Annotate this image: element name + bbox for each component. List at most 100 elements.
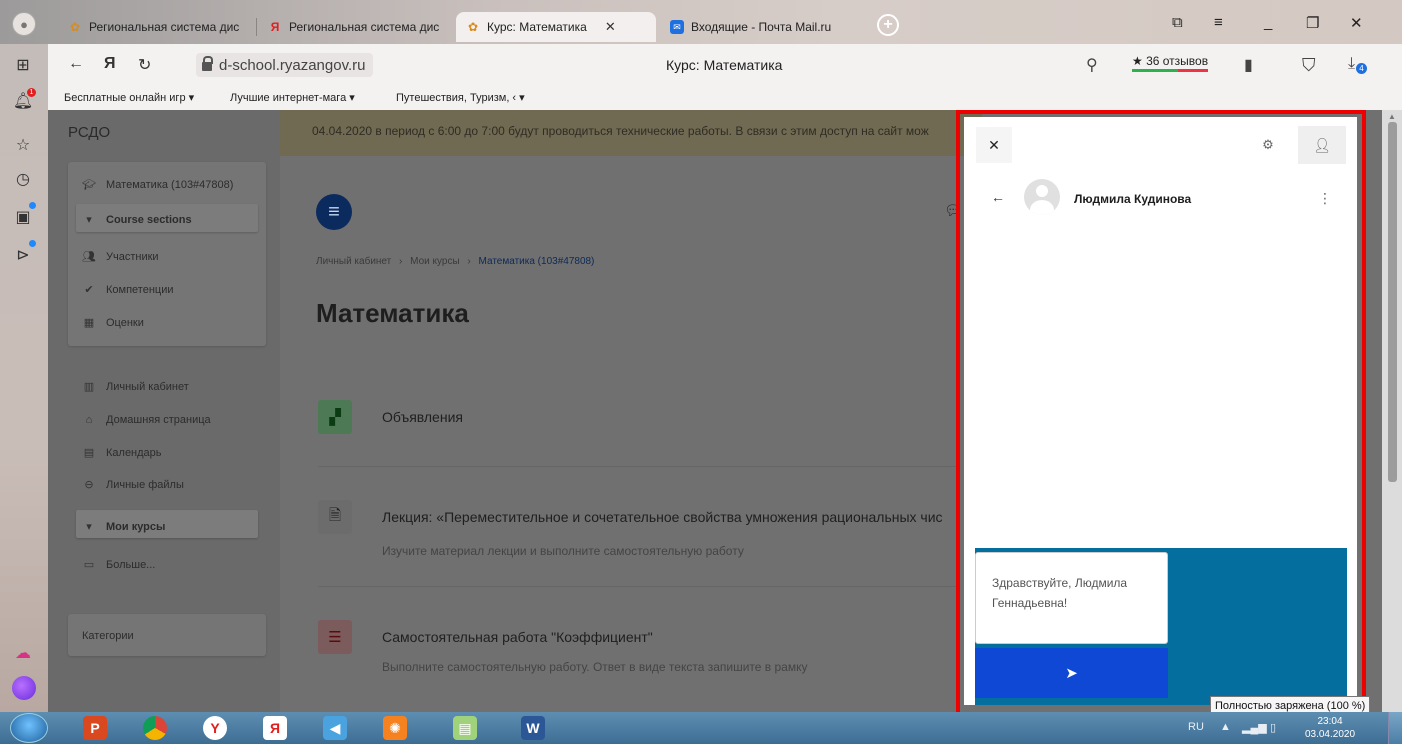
tab-2[interactable]: Я Региональная система дис xyxy=(258,12,454,42)
bookmark-folder[interactable]: Путешествия, Туризм, ‹ ▾ xyxy=(396,91,525,104)
close-drawer-icon[interactable]: ✕ xyxy=(976,127,1012,163)
taskbar-app[interactable]: Y xyxy=(190,714,240,742)
system-clock[interactable]: 23:04 03.04.2020 xyxy=(1300,715,1360,741)
nav-categories[interactable]: Категории xyxy=(82,630,134,642)
yandex-home-icon[interactable]: Я xyxy=(104,55,116,73)
contacts-icon[interactable]: 👤︎ xyxy=(1298,126,1346,164)
activity-announcements[interactable]: Объявления xyxy=(382,409,463,425)
gear-icon[interactable]: ⚙ xyxy=(1250,127,1286,163)
back-icon[interactable]: ← xyxy=(68,55,84,73)
back-arrow-icon[interactable]: ← xyxy=(991,189,1005,205)
yandex-icon: Я xyxy=(263,716,287,740)
yandex-browser-icon: Y xyxy=(203,716,227,740)
send-button[interactable]: ➤ xyxy=(975,648,1168,698)
protect-shield-icon[interactable]: ⛉ xyxy=(1302,55,1316,76)
nav-course-sections[interactable]: ▾ Course sections xyxy=(82,213,191,227)
nav-grades[interactable]: ▦ Оценки xyxy=(82,316,144,330)
star-icon[interactable]: ☆ xyxy=(10,132,36,158)
zen-feed-icon[interactable]: ▣ xyxy=(10,202,36,230)
menu-toggle-icon[interactable]: ≡ xyxy=(316,194,352,230)
close-window-icon[interactable]: ✕ xyxy=(1350,14,1363,32)
tab-1[interactable]: ✿ Региональная система дис xyxy=(58,12,254,42)
reviews-badge[interactable]: ★ 36 отзывов xyxy=(1132,54,1209,72)
downloads-icon[interactable]: ⤓ 4 xyxy=(1348,55,1367,74)
taskbar-app[interactable] xyxy=(130,714,180,742)
alice-assistant-icon[interactable] xyxy=(12,676,36,700)
maintenance-notice: 04.04.2020 в период с 6:00 до 7:00 будут… xyxy=(280,110,982,156)
start-button[interactable] xyxy=(10,713,48,743)
grades-table-icon: ▦ xyxy=(83,317,95,329)
minimize-icon[interactable]: _ xyxy=(1264,14,1272,31)
yandex-sidebar: ⊞ 🔔︎ 1 ☆ ◷ ▣ ⊳ ☁ xyxy=(0,44,48,712)
avast-icon: ✺ xyxy=(383,716,407,740)
bookmark-folder[interactable]: Лучшие интернет-мага ▾ xyxy=(230,91,355,104)
lock-icon xyxy=(202,55,213,71)
files-icon: ⊖ xyxy=(84,479,94,491)
network-signal-icon[interactable]: ▂▄▆ xyxy=(1242,721,1267,734)
more-options-icon[interactable]: ⋮ xyxy=(1318,190,1332,207)
tab-3-active[interactable]: ✿ Курс: Математика ✕ xyxy=(456,12,656,42)
nav-private-files[interactable]: ⊖ Личные файлы xyxy=(82,478,184,492)
taskbar-app[interactable]: P xyxy=(70,714,120,742)
tab-label: Входящие - Почта Mail.ru xyxy=(691,20,832,34)
breadcrumb-my-courses[interactable]: Мои курсы xyxy=(410,256,460,267)
avatar[interactable] xyxy=(1024,179,1060,215)
tabs-menu-icon[interactable]: ⧉ xyxy=(1172,14,1183,31)
course-nav-card: 🎓︎ Математика (103#47808) ▾ Course section… xyxy=(68,162,266,346)
unread-dot xyxy=(29,240,36,247)
yandex-icon: Я xyxy=(270,20,280,34)
search-icon[interactable]: ⚲ xyxy=(1086,55,1098,75)
tray-expand-icon[interactable]: ▲ xyxy=(1220,721,1231,733)
message-compose-area: Здравствуйте, Людмила Геннадьевна! ➤ xyxy=(975,548,1347,705)
taskbar-app[interactable]: ▤ xyxy=(440,714,490,742)
nav-competencies-label: Компетенции xyxy=(106,283,174,296)
reload-icon[interactable]: ↻ xyxy=(138,55,151,75)
nav-home[interactable]: ⌂ Домашняя страница xyxy=(82,414,211,426)
scroll-up-icon[interactable]: ▲ xyxy=(1388,112,1396,121)
site-brand[interactable]: РСДО xyxy=(68,124,110,141)
nav-my-courses[interactable]: ▾ Мои курсы xyxy=(82,520,165,534)
close-tab-icon[interactable]: ✕ xyxy=(605,19,616,35)
battery-icon[interactable]: ▯ xyxy=(1270,721,1276,734)
nav-competencies[interactable]: ✔ Компетенции xyxy=(82,283,174,297)
nav-dashboard[interactable]: ▥ Личный кабинет xyxy=(82,380,189,394)
bookmark-icon[interactable]: ▮ xyxy=(1244,55,1253,75)
scrollbar-thumb[interactable] xyxy=(1388,122,1397,482)
taskbar-app[interactable]: ✺ xyxy=(370,714,420,742)
restore-icon[interactable]: ❐ xyxy=(1306,14,1319,32)
new-tab-button[interactable]: + xyxy=(877,14,899,36)
show-desktop-button[interactable] xyxy=(1388,712,1402,744)
language-indicator[interactable]: RU xyxy=(1188,721,1204,733)
school-icon: ✿ xyxy=(69,20,81,34)
apps-grid-icon[interactable]: ⊞ xyxy=(10,52,36,78)
notification-badge: 1 xyxy=(27,88,36,97)
hamburger-menu-icon[interactable]: ≡ xyxy=(1214,14,1223,31)
message-input[interactable]: Здравствуйте, Людмила Геннадьевна! xyxy=(975,552,1168,644)
activity-assignment[interactable]: Самостоятельная работа "Коэффициент" xyxy=(382,629,653,645)
taskbar-app[interactable]: Я xyxy=(250,714,300,742)
contact-name[interactable]: Людмила Кудинова xyxy=(1074,192,1191,206)
nav-files-label: Личные файлы xyxy=(106,478,184,491)
chrome-icon xyxy=(143,716,167,740)
breadcrumb-dashboard[interactable]: Личный кабинет xyxy=(316,256,391,267)
nav-calendar[interactable]: ▤ Календарь xyxy=(82,446,162,460)
page-scrollbar[interactable]: ▲ xyxy=(1382,110,1402,712)
nav-course[interactable]: 🎓︎ Математика (103#47808) xyxy=(82,178,233,192)
lesson-document-icon: 🗎︎ xyxy=(318,500,352,534)
bookmark-folder[interactable]: Бесплатные онлайн игр ▾ xyxy=(64,91,194,104)
breadcrumb-course[interactable]: Математика (103#47808) xyxy=(479,256,595,267)
nav-more[interactable]: ▭ Больше... xyxy=(82,558,156,572)
history-clock-icon[interactable]: ◷ xyxy=(10,166,36,192)
url-field[interactable]: d-school.ryazangov.ru xyxy=(196,53,374,77)
breadcrumb-separator: › xyxy=(399,256,403,267)
taskbar-app[interactable]: W xyxy=(508,714,558,742)
tab-4[interactable]: ✉ Входящие - Почта Mail.ru xyxy=(660,12,860,42)
taskbar-app[interactable]: ◀ xyxy=(310,714,360,742)
dashboard-icon: ▥ xyxy=(83,381,95,393)
nav-participants[interactable]: 👥︎ Участники xyxy=(82,250,159,264)
bell-icon[interactable]: 🔔︎ 1 xyxy=(10,88,36,114)
profile-icon[interactable]: ● xyxy=(12,12,36,36)
play-icon[interactable]: ⊳ xyxy=(10,240,36,268)
activity-lecture[interactable]: Лекция: «Переместительное и сочетательно… xyxy=(382,509,943,525)
cloud-icon[interactable]: ☁ xyxy=(10,640,36,666)
